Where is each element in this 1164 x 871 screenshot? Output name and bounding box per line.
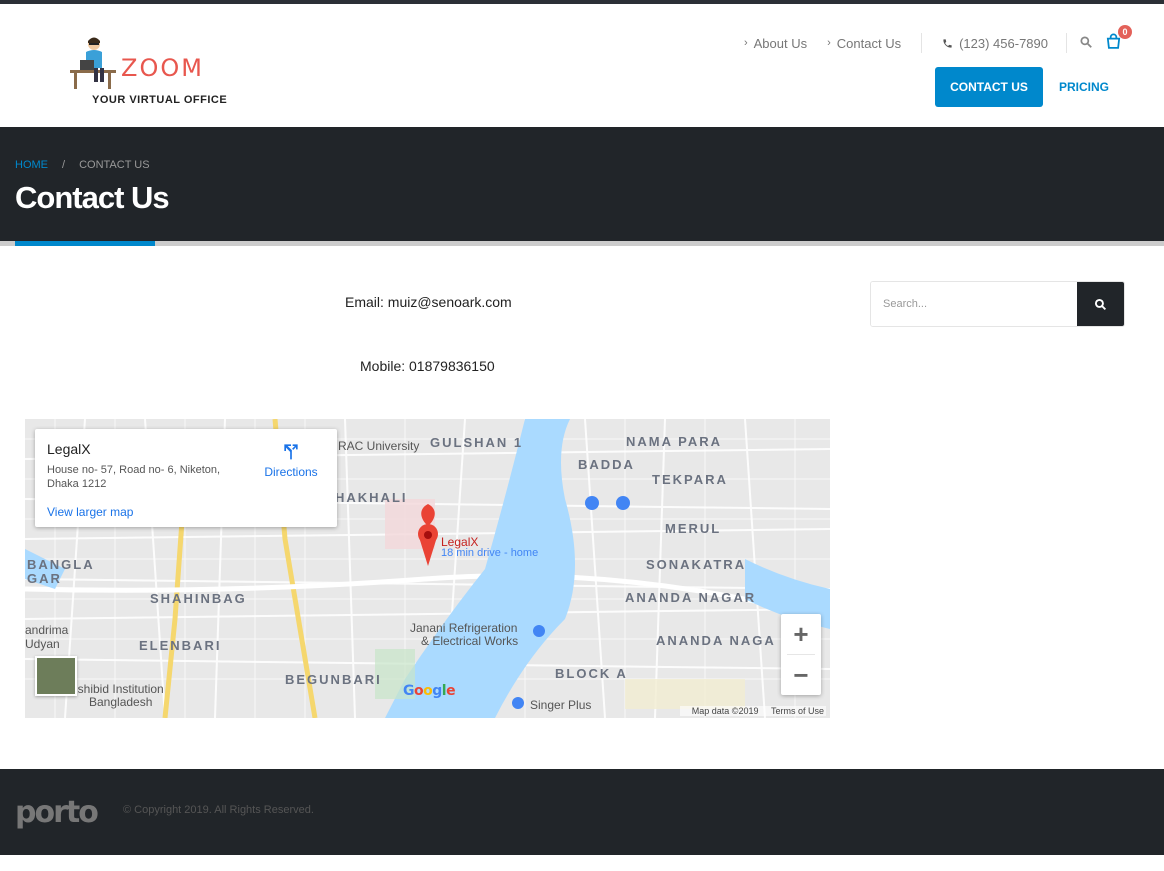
map-poi-label: andrima	[25, 623, 69, 637]
phone-label: (123) 456-7890	[959, 35, 1048, 51]
map-label: NAMA PARA	[626, 434, 722, 449]
map-label: BANGLA	[27, 557, 95, 572]
map-data-credit: Map data ©2019	[691, 706, 759, 716]
map-label: ANANDA NAGA	[656, 633, 776, 648]
map-label: BEGUNBARI	[285, 672, 382, 687]
map-label: ELENBARI	[139, 638, 222, 653]
contact-email: Email: muiz@senoark.com	[345, 294, 512, 310]
header-top-nav: › About Us › Contact Us (123) 456-7890 0	[744, 25, 1164, 55]
zoom-in-button[interactable]: +	[781, 614, 821, 654]
header-search-icon[interactable]	[1079, 35, 1093, 52]
nav-about-us[interactable]: › About Us	[744, 36, 807, 51]
map-terms-link[interactable]: Terms of Use	[771, 706, 824, 716]
search-input[interactable]	[871, 282, 1077, 326]
map-info-card: LegalX House no- 57, Road no- 6, Niketon…	[35, 429, 337, 527]
directions-label: Directions	[264, 465, 318, 479]
map-label: BADDA	[578, 457, 635, 472]
map-label: HAKHALI	[335, 490, 408, 505]
map-poi-label: Janani Refrigeration	[410, 621, 518, 635]
map-poi-label: ishibid Institution	[75, 682, 164, 696]
map-label: MERUL	[665, 521, 722, 536]
google-logo: Google	[403, 683, 456, 699]
breadcrumb-current: CONTACT US	[79, 159, 150, 171]
nav-contact-us[interactable]: › Contact Us	[827, 36, 901, 51]
search-icon	[1094, 298, 1107, 310]
map-label: BLOCK A	[555, 666, 628, 681]
map-pin-sublabel: 18 min drive - home	[441, 547, 539, 559]
cart-icon[interactable]: 0	[1105, 25, 1132, 53]
nav-contact-label: Contact Us	[836, 35, 902, 51]
chevron-right-icon: ›	[827, 37, 831, 49]
view-larger-map-link[interactable]: View larger map	[47, 505, 133, 519]
contact-us-button[interactable]: CONTACT US	[935, 67, 1043, 107]
map-poi-label: Bangladesh	[89, 695, 153, 709]
divider	[921, 33, 923, 53]
page-header: HOME / CONTACT US Contact Us	[0, 127, 1164, 241]
logo-tagline: YOUR VIRTUAL OFFICE	[92, 94, 228, 106]
map-zoom-control: + −	[781, 614, 821, 695]
divider	[1066, 33, 1067, 53]
header-underline	[0, 241, 1164, 246]
map-label: GAR	[27, 571, 62, 586]
breadcrumb: HOME / CONTACT US	[15, 159, 150, 171]
logo-wordmark: ZOOM	[121, 54, 204, 82]
map-poi-label: Singer Plus	[530, 698, 592, 712]
google-map[interactable]: GULSHAN 1 NAMA PARA BADDA TEKPARA MERUL …	[25, 419, 830, 718]
map-label: SHAHINBAG	[150, 591, 247, 606]
map-poi-label: & Electrical Works	[421, 634, 519, 648]
directions-icon	[284, 444, 298, 460]
breadcrumb-home[interactable]: HOME	[15, 159, 48, 171]
page-title: Contact Us	[15, 180, 170, 215]
header-underline-accent	[15, 241, 155, 246]
map-place-address: House no- 57, Road no- 6, Niketon, Dhaka…	[47, 464, 221, 490]
cart-count-badge: 0	[1118, 25, 1132, 39]
contact-mobile: Mobile: 01879836150	[360, 358, 495, 374]
map-attribution: Map data ©2019 Terms of Use	[679, 706, 826, 716]
zoom-out-button[interactable]: −	[781, 655, 821, 695]
sidebar-search	[870, 281, 1125, 327]
nav-about-label: About Us	[753, 35, 808, 51]
map-poi-label: Udyan	[25, 637, 60, 651]
site-logo[interactable]: ZOOM YOUR VIRTUAL OFFICE	[68, 34, 228, 114]
phone-number[interactable]: (123) 456-7890	[942, 36, 1048, 51]
chevron-right-icon: ›	[743, 37, 748, 49]
site-header: ZOOM YOUR VIRTUAL OFFICE › About Us › Co…	[0, 4, 1164, 127]
footer-logo[interactable]: porto	[15, 795, 99, 830]
breadcrumb-separator: /	[62, 159, 66, 171]
map-poi-label: RAC University	[338, 439, 420, 453]
map-label: SONAKATRA	[646, 557, 747, 572]
map-label: GULSHAN 1	[430, 435, 524, 450]
footer-copyright: © Copyright 2019. All Rights Reserved.	[123, 804, 314, 816]
pricing-button[interactable]: PRICING	[1048, 67, 1120, 107]
satellite-view-toggle[interactable]	[35, 656, 77, 696]
logo-figure-icon	[70, 37, 116, 89]
map-label: TEKPARA	[652, 472, 728, 487]
map-place-name: LegalX	[47, 441, 91, 457]
phone-icon	[943, 38, 952, 48]
site-footer: porto © Copyright 2019. All Rights Reser…	[0, 769, 1164, 855]
directions-button[interactable]: Directions	[263, 441, 319, 479]
map-label: ANANDA NAGAR	[625, 590, 757, 605]
search-button[interactable]	[1077, 282, 1124, 326]
